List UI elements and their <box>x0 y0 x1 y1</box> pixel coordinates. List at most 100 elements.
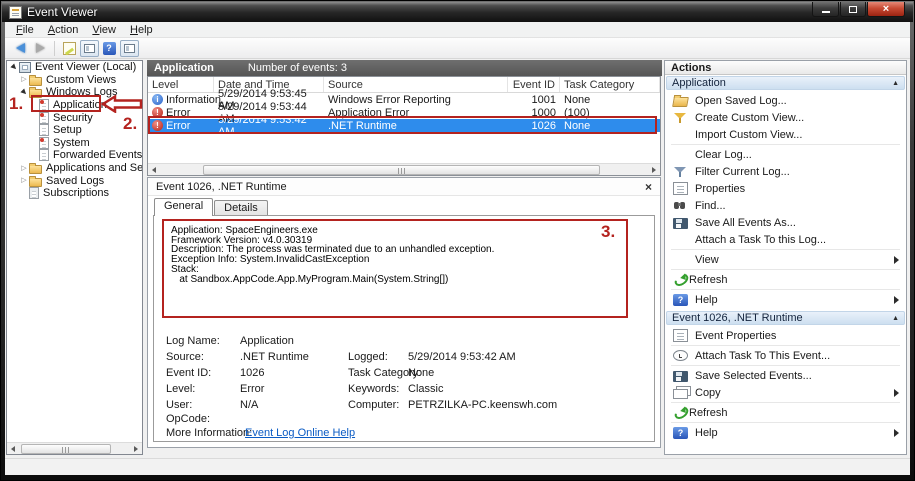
expander-closed-icon[interactable] <box>19 76 29 83</box>
action-create-custom-view[interactable]: Create Custom View... <box>665 109 906 126</box>
blank-icon <box>673 148 688 161</box>
action-help-event[interactable]: Help <box>665 424 906 441</box>
copy-icon <box>673 389 688 399</box>
folder-icon <box>29 77 42 86</box>
actions-pane: Actions Application ▲ Open Saved Log... … <box>664 60 907 455</box>
tree-item-application[interactable]: Application <box>7 99 142 112</box>
scroll-left-icon[interactable] <box>8 444 18 454</box>
scroll-right-icon[interactable] <box>131 444 141 454</box>
scroll-thumb[interactable] <box>21 444 111 454</box>
show-hide-action-pane-button[interactable] <box>119 39 139 57</box>
tree-item-windows-logs[interactable]: Windows Logs <box>7 86 142 99</box>
tree-item-setup[interactable]: Setup <box>7 124 142 137</box>
back-button[interactable] <box>10 39 30 57</box>
tree-root-label: Event Viewer (Local) <box>35 61 136 73</box>
scroll-thumb[interactable] <box>203 165 600 175</box>
actions-divider <box>671 345 900 346</box>
field-event-id-task: Event ID:1026 Task Category:None <box>154 367 654 381</box>
tree-item-applications-and-services-logs[interactable]: Applications and Services Lo <box>7 162 142 175</box>
actions-divider <box>671 422 900 423</box>
action-import-custom-view[interactable]: Import Custom View... <box>665 126 906 143</box>
action-open-saved-log[interactable]: Open Saved Log... <box>665 92 906 109</box>
detail-close-icon[interactable]: × <box>645 180 652 194</box>
action-copy[interactable]: Copy <box>665 384 906 401</box>
task-clock-icon <box>673 350 688 361</box>
action-save-selected-events[interactable]: Save Selected Events... <box>665 367 906 384</box>
actions-section-application[interactable]: Application ▲ <box>666 76 905 90</box>
actions-divider <box>671 289 900 290</box>
maximize-button[interactable] <box>840 2 866 17</box>
action-save-all-events-as[interactable]: Save All Events As... <box>665 214 906 231</box>
tab-general[interactable]: General <box>154 198 213 216</box>
field-log-name: Log Name:Application <box>154 335 654 349</box>
list-horizontal-scrollbar[interactable] <box>148 163 660 175</box>
action-attach-task-to-event[interactable]: Attach Task To This Event... <box>665 347 906 364</box>
action-help[interactable]: Help <box>665 291 906 308</box>
expander-closed-icon[interactable] <box>19 165 29 172</box>
export-log-button[interactable] <box>59 39 79 57</box>
table-row-selected[interactable]: !Error 5/29/2014 9:53:42 AM .NET Runtime… <box>148 119 660 132</box>
tree-item-subscriptions[interactable]: Subscriptions <box>7 187 142 200</box>
event-log-icon <box>39 124 49 136</box>
action-refresh[interactable]: Refresh <box>665 271 906 288</box>
event-viewer-app-icon <box>9 6 22 19</box>
menu-file[interactable]: File <box>9 23 41 37</box>
help-icon <box>673 427 688 439</box>
find-icon <box>673 199 688 212</box>
subscriptions-icon <box>29 187 39 199</box>
events-count: Number of events: 3 <box>248 62 347 74</box>
tree-item-system[interactable]: System <box>7 137 142 150</box>
close-button[interactable]: × <box>867 2 905 17</box>
log-title: Application <box>154 62 214 74</box>
tree-item-forwarded-events[interactable]: Forwarded Events <box>7 149 142 162</box>
action-event-properties[interactable]: Event Properties <box>665 327 906 344</box>
filter-icon <box>673 165 688 178</box>
action-properties[interactable]: Properties <box>665 180 906 197</box>
column-task-category[interactable]: Task Category <box>560 77 660 92</box>
help-button[interactable]: ? <box>99 39 119 57</box>
field-user-computer: User:N/A Computer:PETRZILKA-PC.keenswh.c… <box>154 399 654 413</box>
tree-item-security[interactable]: Security <box>7 111 142 124</box>
column-event-id[interactable]: Event ID <box>508 77 560 92</box>
action-find[interactable]: Find... <box>665 197 906 214</box>
event-log-online-help-link[interactable]: Event Log Online Help <box>245 427 355 439</box>
tree-root-event-viewer-local[interactable]: Event Viewer (Local) <box>7 61 142 74</box>
minimize-icon <box>822 11 830 13</box>
menu-help[interactable]: Help <box>123 23 160 37</box>
folder-icon <box>29 89 42 98</box>
action-view[interactable]: View <box>665 251 906 268</box>
tree-item-saved-logs[interactable]: Saved Logs <box>7 174 142 187</box>
action-clear-log[interactable]: Clear Log... <box>665 146 906 163</box>
event-list: Level Date and Time Source Event ID Task… <box>147 76 661 176</box>
actions-section-event-1026[interactable]: Event 1026, .NET Runtime ▲ <box>666 311 905 325</box>
action-filter-current-log[interactable]: Filter Current Log... <box>665 163 906 180</box>
titlebar[interactable]: Event Viewer × <box>2 2 913 22</box>
tab-details[interactable]: Details <box>214 200 268 215</box>
scroll-left-icon[interactable] <box>149 165 159 175</box>
scroll-right-icon[interactable] <box>649 165 659 175</box>
column-level[interactable]: Level <box>148 77 214 92</box>
expander-closed-icon[interactable] <box>19 177 29 184</box>
field-opcode: OpCode: <box>154 413 654 427</box>
event-log-icon <box>39 137 49 149</box>
workspace: Event Viewer (Local) Custom Views Window… <box>5 59 910 457</box>
menu-action[interactable]: Action <box>41 23 86 37</box>
action-refresh-event[interactable]: Refresh <box>665 404 906 421</box>
toolbar: ? <box>5 38 910 59</box>
minimize-button[interactable] <box>812 2 839 17</box>
collapse-icon[interactable]: ▲ <box>892 315 899 322</box>
menu-view[interactable]: View <box>85 23 123 37</box>
event-description: Application: SpaceEngineers.exe Framewor… <box>171 226 494 284</box>
show-hide-console-tree-button[interactable] <box>79 39 99 57</box>
submenu-arrow-icon <box>894 256 899 264</box>
forward-button[interactable] <box>30 39 50 57</box>
collapse-icon[interactable]: ▲ <box>892 80 899 87</box>
error-icon: ! <box>152 120 163 131</box>
action-attach-task-to-log[interactable]: Attach a Task To this Log... <box>665 231 906 248</box>
actions-divider <box>671 402 900 403</box>
refresh-icon <box>672 272 690 289</box>
tree-item-custom-views[interactable]: Custom Views <box>7 74 142 87</box>
help-icon <box>673 294 688 306</box>
tree-horizontal-scrollbar[interactable] <box>7 442 142 454</box>
column-source[interactable]: Source <box>324 77 508 92</box>
